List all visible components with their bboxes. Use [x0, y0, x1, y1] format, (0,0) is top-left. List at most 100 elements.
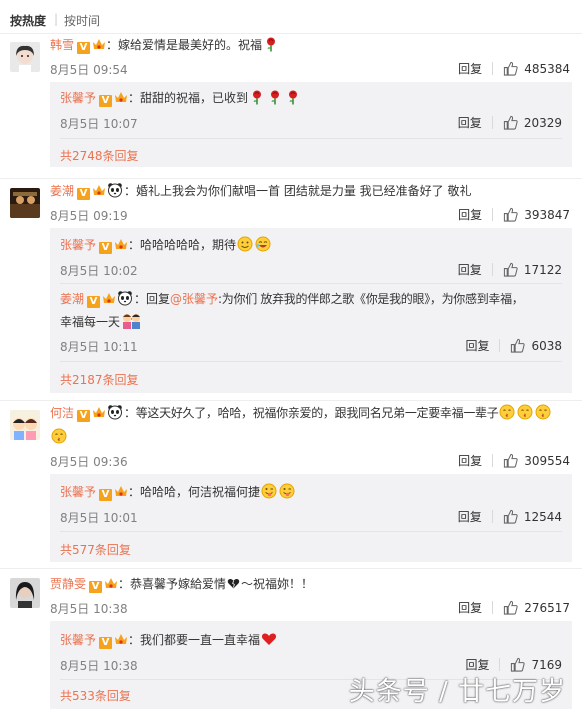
- comment-username[interactable]: 何洁: [50, 406, 74, 420]
- avatar[interactable]: [10, 188, 40, 218]
- comment-time: 8月5日 09:19: [50, 209, 128, 223]
- action-divider: [491, 510, 493, 523]
- more-replies-link[interactable]: 共533条回复: [60, 687, 131, 704]
- reply-content: 幸福每一天: [60, 315, 121, 329]
- kiss-emoji-icon: [51, 428, 67, 444]
- verified-badge-icon: V: [99, 242, 113, 254]
- mention-link[interactable]: @张馨予: [170, 292, 218, 306]
- verified-badge-icon: V: [99, 95, 113, 107]
- like-count: 276517: [524, 600, 570, 615]
- reply-separator: [60, 361, 562, 362]
- comment-actions: 回复 485384: [458, 60, 570, 77]
- comment-content: ：等这天好久了，哈哈，祝福你亲爱的，跟我同名兄弟一定要幸福一辈子: [124, 406, 499, 420]
- reply-button[interactable]: 回复: [458, 452, 482, 469]
- verified-badge-icon: V: [99, 489, 113, 501]
- reply-button[interactable]: 回复: [465, 337, 489, 354]
- reply-actions: 回复 12544: [458, 508, 562, 525]
- reply-button[interactable]: 回复: [458, 206, 482, 223]
- reply-username[interactable]: 姜潮: [60, 292, 84, 306]
- vip-crown-icon: [102, 292, 116, 305]
- comment-item: 韩雪 V ：嫁给爱情是最美好的。祝福 8月5日 09:54 回复 485384 张馨予…: [0, 34, 582, 174]
- comment-username[interactable]: 韩雪: [50, 38, 74, 52]
- reply-text: 张馨予 V ：哈哈哈，何洁祝福何捷: [60, 483, 562, 501]
- verified-badge-icon: V: [99, 637, 113, 649]
- action-divider: [492, 208, 494, 221]
- thumb-up-icon[interactable]: [503, 600, 518, 615]
- action-divider: [492, 62, 494, 75]
- reply-list: 张馨予 V ：甜甜的祝福，已收到 8月5日 10:07 回复 20329 共2748条…: [50, 82, 572, 167]
- comment-item: 何洁 V ：等这天好久了，哈哈，祝福你亲爱的，跟我同名兄弟一定要幸福一辈子 8月5日…: [0, 402, 582, 568]
- vip-crown-icon: [92, 38, 106, 51]
- reply-separator: [60, 531, 562, 532]
- comment-divider: [0, 178, 582, 179]
- like-count: 485384: [524, 61, 570, 76]
- reply-time: 8月5日 10:07: [60, 117, 138, 131]
- reply-username[interactable]: 张馨予: [60, 633, 96, 647]
- comment-username[interactable]: 姜潮: [50, 184, 74, 198]
- avatar[interactable]: [10, 578, 40, 608]
- reply-username[interactable]: 张馨予: [60, 238, 96, 252]
- reply-button[interactable]: 回复: [458, 599, 482, 616]
- like-count: 20329: [523, 115, 562, 130]
- reply-button[interactable]: 回复: [458, 261, 482, 278]
- comment-username[interactable]: 贾静雯: [50, 577, 86, 591]
- comment-text: 姜潮 V ：婚礼上我会为你们献唱一首 团结就是力量 我已经准备好了 敬礼: [50, 182, 570, 200]
- comment-divider: [0, 400, 582, 401]
- thumb-up-icon[interactable]: [503, 61, 518, 76]
- reply-username[interactable]: 张馨予: [60, 91, 96, 105]
- thumb-up-icon[interactable]: [503, 115, 518, 130]
- more-replies-link[interactable]: 共577条回复: [60, 541, 131, 558]
- reply-button[interactable]: 回复: [458, 114, 482, 131]
- reply-list: 张馨予 V ：哈哈哈哈哈，期待 8月5日 10:02 回复 17122 姜潮 V ：回复@…: [50, 228, 572, 393]
- rose-emoji-icon: [285, 89, 301, 105]
- comment-actions: 回复 393847: [458, 206, 570, 223]
- like-count: 12544: [523, 509, 562, 524]
- sort-by-hot-tab[interactable]: 按热度: [10, 12, 46, 29]
- action-divider: [492, 601, 494, 614]
- vip-crown-icon: [104, 577, 118, 590]
- panda-emoji-icon: [107, 182, 123, 198]
- like-count: 7169: [531, 657, 562, 672]
- laugh-tears-emoji-icon: [255, 236, 271, 252]
- reply-list: 张馨予 V ：哈哈哈，何洁祝福何捷 8月5日 10:01 回复 12544 共577条…: [50, 474, 572, 562]
- comment-time: 8月5日 09:54: [50, 63, 128, 77]
- action-divider: [499, 339, 501, 352]
- reply-text: 姜潮 V ：回复@张馨予:为你们 放弃我的伴郎之歌《你是我的眼》，为你感到幸福，: [60, 290, 562, 308]
- reply-text: 张馨予 V ：哈哈哈哈哈，期待: [60, 236, 562, 254]
- reply-username[interactable]: 张馨予: [60, 485, 96, 499]
- sort-bar: 按热度 | 按时间: [0, 0, 582, 34]
- sort-by-time-tab[interactable]: 按时间: [64, 12, 100, 29]
- verified-badge-icon: V: [89, 581, 103, 593]
- thumb-up-icon[interactable]: [503, 262, 518, 277]
- reply-content: ：我们都要一直一直幸福: [128, 633, 261, 647]
- verified-badge-icon: V: [77, 188, 91, 200]
- reply-actions: 回复 17122: [458, 261, 562, 278]
- thumb-up-icon[interactable]: [503, 509, 518, 524]
- panda-emoji-icon: [107, 404, 123, 420]
- thumb-up-icon[interactable]: [510, 338, 525, 353]
- reply-button[interactable]: 回复: [458, 508, 482, 525]
- verified-badge-icon: V: [87, 296, 101, 308]
- more-replies-link[interactable]: 共2187条回复: [60, 371, 139, 388]
- reply-text: 张馨予 V ：甜甜的祝福，已收到: [60, 89, 562, 107]
- vip-crown-icon: [114, 633, 128, 646]
- comment-content: ：: [106, 38, 119, 52]
- rose-emoji-icon: [267, 89, 283, 105]
- reply-separator: [60, 283, 562, 284]
- reply-separator: [60, 138, 562, 139]
- sort-separator: |: [54, 12, 59, 26]
- thumb-up-icon[interactable]: [503, 207, 518, 222]
- reply-time: 8月5日 10:11: [60, 340, 138, 354]
- comment-actions: 回复 309554: [458, 452, 570, 469]
- reply-text: 幸福每一天: [60, 313, 562, 331]
- reply-button[interactable]: 回复: [458, 60, 482, 77]
- more-replies-link[interactable]: 共2748条回复: [60, 147, 139, 164]
- avatar[interactable]: [10, 42, 40, 72]
- tongue-emoji-icon: [279, 483, 295, 499]
- thumb-up-icon[interactable]: [503, 453, 518, 468]
- thumb-up-icon[interactable]: [510, 657, 525, 672]
- action-divider: [491, 116, 493, 129]
- like-count: 6038: [531, 338, 562, 353]
- rose-emoji-icon: [249, 89, 265, 105]
- avatar[interactable]: [10, 410, 40, 440]
